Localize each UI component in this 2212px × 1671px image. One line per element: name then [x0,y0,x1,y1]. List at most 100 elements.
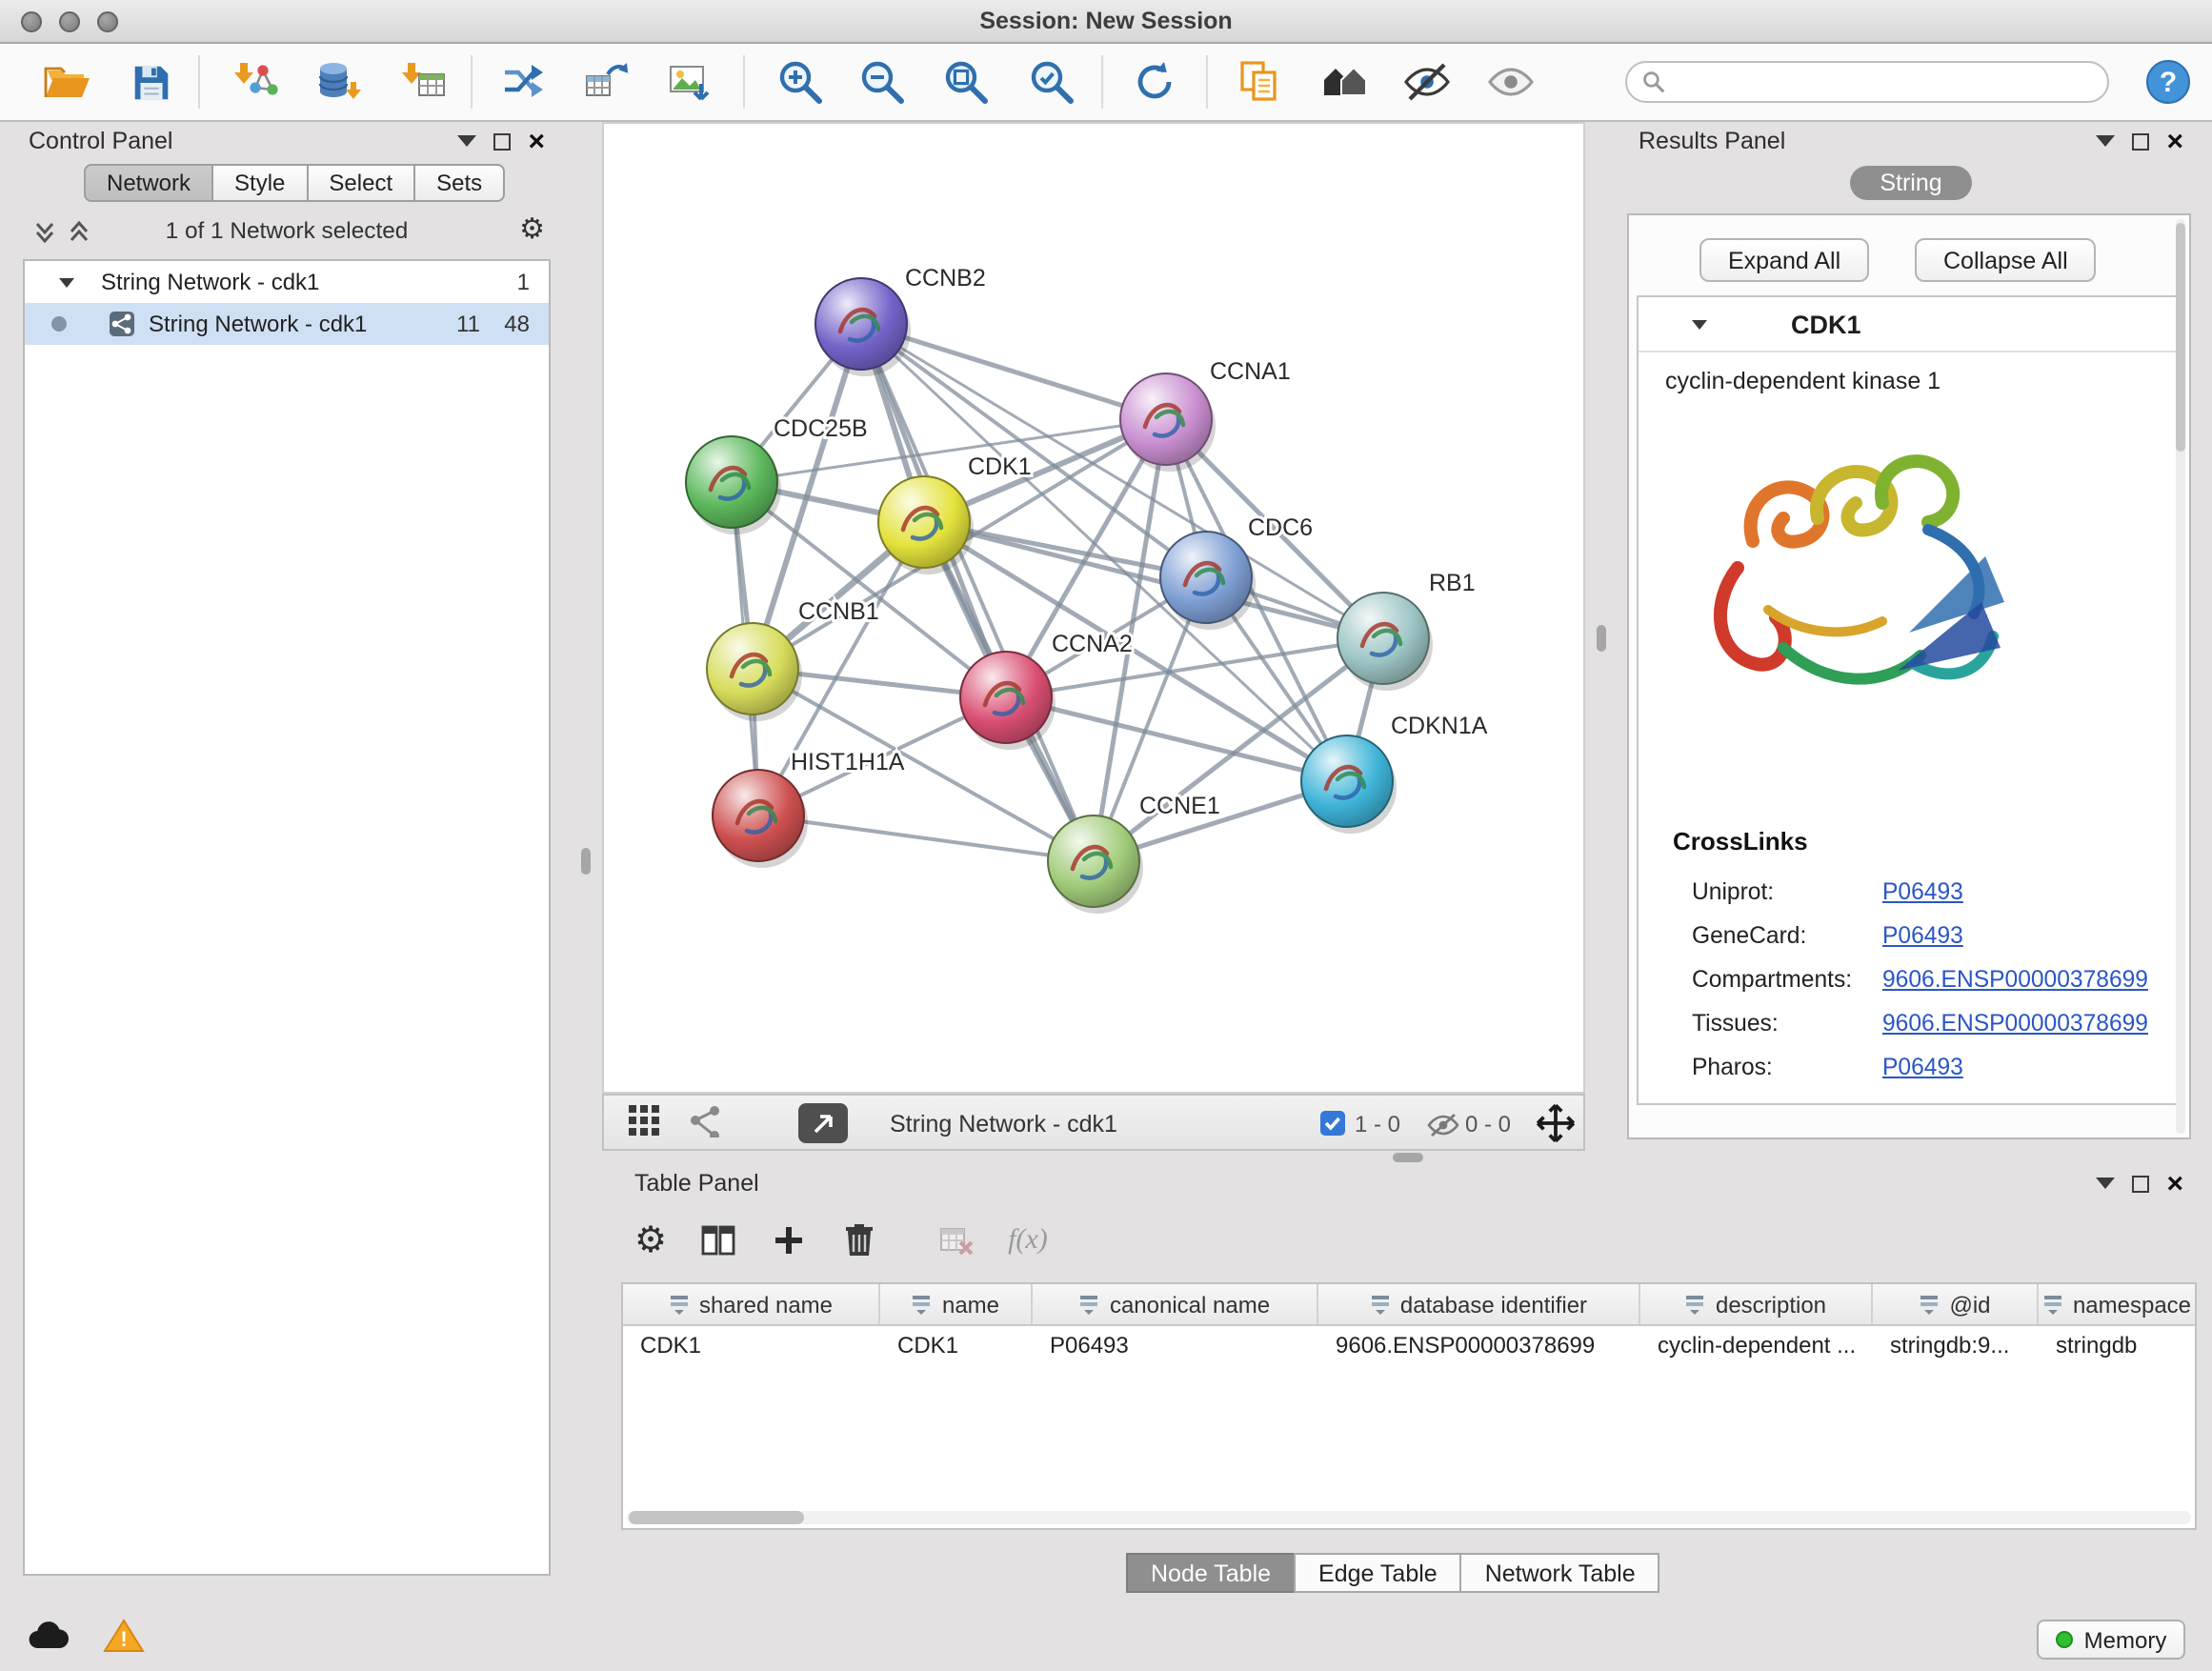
column-header-description[interactable]: description [1640,1284,1873,1324]
network-edge[interactable] [758,815,1094,861]
tab-network[interactable]: Network [84,164,213,202]
compartments-link[interactable]: 9606.ENSP00000378699 [1882,965,2148,992]
hide-selected-button[interactable] [1393,48,1461,116]
export-image-button[interactable] [655,48,724,116]
cell-name: CDK1 [880,1326,1033,1364]
tab-node-table[interactable]: Node Table [1126,1553,1296,1593]
network-row[interactable]: String Network - cdk1 11 48 [25,303,549,345]
network-node-count: 11 [456,311,480,337]
network-edge[interactable] [861,324,1094,861]
import-table-button[interactable] [391,48,459,116]
network-options-gear-icon[interactable]: ⚙ [519,215,545,244]
network-node-RB1[interactable] [1337,593,1429,684]
panel-menu-icon[interactable] [2096,135,2115,147]
network-node-CCNE1[interactable] [1048,815,1139,907]
tab-sets[interactable]: Sets [413,164,505,202]
network-node-CDK1[interactable] [878,476,970,568]
tissues-link[interactable]: 9606.ENSP00000378699 [1882,1009,2148,1036]
cloud-status-button[interactable] [27,1618,72,1661]
table-row[interactable]: CDK1 CDK1 P06493 9606.ENSP00000378699 cy… [623,1326,2195,1364]
network-node-CDC6[interactable] [1160,532,1252,623]
column-header-canonical-name[interactable]: canonical name [1033,1284,1318,1324]
tab-style[interactable]: Style [211,164,308,202]
uniprot-link[interactable]: P06493 [1882,877,1963,904]
left-splitter-handle[interactable] [581,848,591,875]
network-graph: CCNB2CCNA1CDC25BCDK1CDC6RB1CCNB1CCNA2CDK… [604,124,1583,1092]
detach-view-button[interactable] [798,1103,848,1143]
right-splitter-handle[interactable] [1597,625,1606,652]
grid-view-button[interactable] [627,1103,661,1137]
collapse-all-button[interactable]: Collapse All [1915,238,2097,282]
gene-section-header[interactable]: CDK1 [1639,297,2180,352]
selected-checkbox-icon[interactable] [1320,1111,1345,1136]
float-panel-icon[interactable] [493,132,511,150]
control-panel: Control Panel × Network Style Select Set… [10,122,564,1581]
network-share-button[interactable] [688,1103,722,1137]
tab-select[interactable]: Select [306,164,415,202]
show-hidden-button[interactable] [1477,48,1545,116]
zoom-in-button[interactable] [766,48,835,116]
column-header-name[interactable]: name [880,1284,1033,1324]
annotation-button[interactable] [1225,48,1294,116]
column-header-shared-name[interactable]: shared name [623,1284,880,1324]
warnings-button[interactable]: ! [103,1618,145,1663]
close-panel-icon[interactable]: × [528,127,545,155]
import-network-file-button[interactable] [223,48,292,116]
float-panel-icon[interactable] [2132,132,2149,150]
pan-mode-button[interactable] [1534,1101,1578,1145]
tree-expand-icon[interactable] [59,277,74,287]
expand-all-button[interactable]: Expand All [1699,238,1869,282]
memory-button[interactable]: Memory [2037,1620,2185,1660]
zoom-selected-icon [1027,57,1076,107]
import-network-database-button[interactable] [303,48,372,116]
tab-edge-table[interactable]: Edge Table [1294,1553,1462,1593]
results-scrollbar[interactable] [2176,219,2185,1134]
new-network-from-selection-button[interactable] [572,48,640,116]
close-panel-icon[interactable]: × [2166,127,2183,155]
table-horizontal-scrollbar[interactable] [627,1511,2191,1524]
network-node-CDKN1A[interactable] [1301,735,1393,827]
save-session-button[interactable] [116,48,185,116]
zoom-fit-button[interactable] [932,48,1000,116]
network-collection-row[interactable]: String Network - cdk1 1 [25,261,549,303]
cell-namespace: stringdb [2039,1326,2195,1364]
panel-menu-icon[interactable] [2096,1178,2115,1189]
tab-network-table[interactable]: Network Table [1460,1553,1660,1593]
crosslinks-title: CrossLinks [1673,827,1808,856]
collapse-section-icon[interactable] [1692,319,1707,329]
hidden-eye-icon[interactable] [1427,1113,1459,1137]
network-node-CCNA1[interactable] [1120,373,1212,465]
first-neighbors-button[interactable] [490,48,558,116]
column-header-namespace[interactable]: namespace [2039,1284,2195,1324]
delete-column-icon[interactable] [840,1221,878,1259]
network-node-CDC25B[interactable] [686,436,777,528]
network-node-CCNB2[interactable] [815,278,907,370]
network-canvas[interactable]: CCNB2CCNA1CDC25BCDK1CDC6RB1CCNB1CCNA2CDK… [602,122,1585,1094]
close-panel-icon[interactable]: × [2166,1169,2183,1198]
float-panel-icon[interactable] [2132,1175,2149,1192]
help-button[interactable]: ? [2134,48,2202,116]
network-node-HIST1H1A[interactable] [713,770,804,861]
show-columns-icon[interactable] [699,1221,737,1259]
save-icon [127,58,174,106]
search-box[interactable] [1625,61,2109,103]
search-input[interactable] [1677,67,2092,97]
table-options-gear-icon[interactable]: ⚙ [634,1222,667,1258]
column-header-id[interactable]: @id [1873,1284,2039,1324]
network-node-CCNA2[interactable] [960,652,1052,743]
genecard-link[interactable]: P06493 [1882,921,1963,948]
apply-preferred-layout-button[interactable] [1120,48,1189,116]
panel-menu-icon[interactable] [457,135,476,147]
network-node-CCNB1[interactable] [707,623,798,715]
crosslink-row: Compartments: 9606.ENSP00000378699 [1692,956,2148,1000]
open-session-button[interactable] [32,48,101,116]
zoom-out-button[interactable] [848,48,916,116]
bottom-splitter-handle[interactable] [1393,1153,1423,1162]
column-header-database-identifier[interactable]: database identifier [1318,1284,1640,1324]
navigator-button[interactable] [1311,48,1379,116]
add-column-icon[interactable] [770,1221,808,1259]
sort-icon [2042,1294,2063,1315]
zoom-selected-button[interactable] [1017,48,1086,116]
pharos-link[interactable]: P06493 [1882,1053,1963,1079]
tab-string[interactable]: String [1849,166,1972,200]
